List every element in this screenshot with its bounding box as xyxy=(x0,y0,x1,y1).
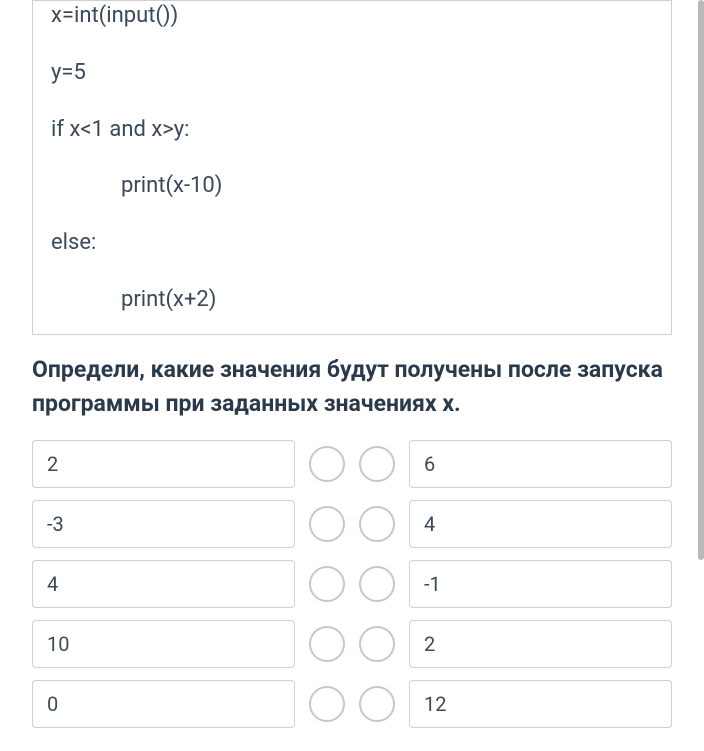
code-line-5: else: xyxy=(51,228,653,259)
left-value[interactable]: 4 xyxy=(32,560,295,608)
radio-right[interactable] xyxy=(359,626,395,662)
code-line-4: print(x-10) xyxy=(51,171,653,202)
right-value[interactable]: 12 xyxy=(409,680,672,728)
answer-row: 2 6 xyxy=(32,440,672,488)
radio-right[interactable] xyxy=(359,446,395,482)
right-value[interactable]: -1 xyxy=(409,560,672,608)
left-value[interactable]: 0 xyxy=(32,680,295,728)
code-block: x=int(input()) y=5 if x<1 and x>y: print… xyxy=(32,0,672,335)
radio-right[interactable] xyxy=(359,686,395,722)
question-text: Определи, какие значения будут получены … xyxy=(32,353,672,422)
answer-row: 4 -1 xyxy=(32,560,672,608)
code-line-2: y=5 xyxy=(51,58,653,89)
right-value[interactable]: 6 xyxy=(409,440,672,488)
radio-left[interactable] xyxy=(309,566,345,602)
left-value[interactable]: 10 xyxy=(32,620,295,668)
answer-row: -3 4 xyxy=(32,500,672,548)
radio-left[interactable] xyxy=(309,686,345,722)
code-line-6: print(x+2) xyxy=(51,285,653,316)
right-value[interactable]: 4 xyxy=(409,500,672,548)
answer-row: 10 2 xyxy=(32,620,672,668)
radio-right[interactable] xyxy=(359,506,395,542)
radio-left[interactable] xyxy=(309,626,345,662)
radio-right[interactable] xyxy=(359,566,395,602)
scrollbar-thumb[interactable] xyxy=(698,0,704,560)
left-value[interactable]: -3 xyxy=(32,500,295,548)
code-line-3: if x<1 and x>y: xyxy=(51,115,653,146)
answer-rows: 2 6 -3 4 4 -1 10 2 0 12 xyxy=(32,440,672,728)
radio-left[interactable] xyxy=(309,506,345,542)
radio-left[interactable] xyxy=(309,446,345,482)
right-value[interactable]: 2 xyxy=(409,620,672,668)
left-value[interactable]: 2 xyxy=(32,440,295,488)
answer-row: 0 12 xyxy=(32,680,672,728)
code-line-1: x=int(input()) xyxy=(51,1,653,32)
scrollbar[interactable] xyxy=(696,0,704,751)
